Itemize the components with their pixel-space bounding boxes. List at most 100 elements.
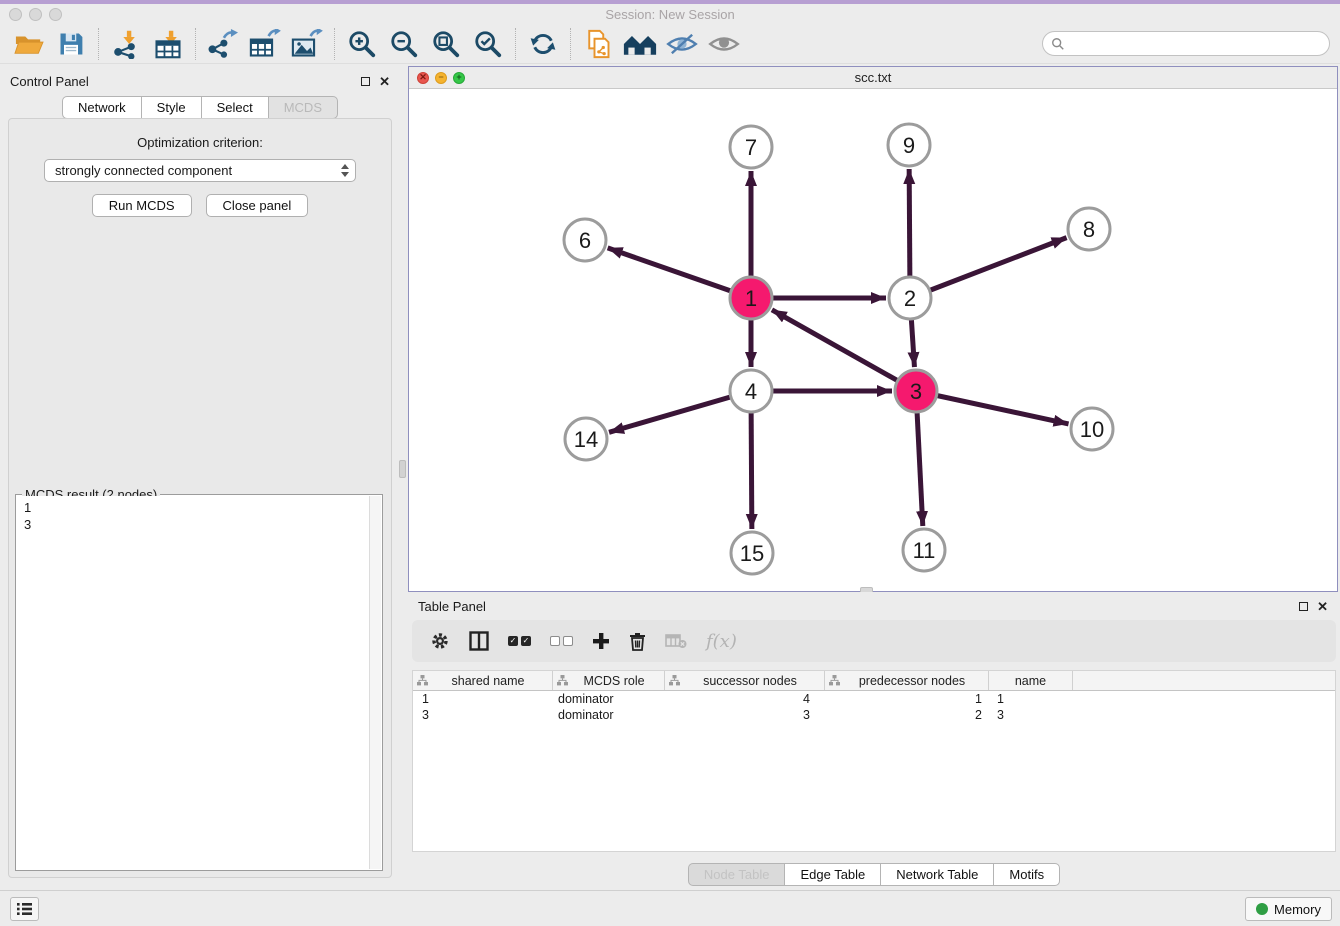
tab-motifs[interactable]: Motifs (993, 863, 1060, 886)
graph-node-14[interactable]: 14 (565, 418, 607, 460)
mcds-result-list[interactable]: 1 3 (17, 496, 381, 869)
toolbar-separator (195, 28, 196, 60)
search-icon (1051, 37, 1065, 51)
run-mcds-button[interactable]: Run MCDS (92, 194, 192, 217)
close-panel-button[interactable]: Close panel (206, 194, 309, 217)
export-network-icon[interactable] (205, 27, 241, 61)
graph-node-3[interactable]: 3 (895, 370, 937, 412)
result-scrollbar[interactable] (369, 496, 381, 869)
delete-column-icon[interactable] (629, 632, 646, 651)
control-panel-header: Control Panel ✕ (10, 70, 390, 92)
svg-text:8: 8 (1083, 217, 1095, 242)
window-title: Session: New Session (0, 7, 1340, 22)
network-window-titlebar[interactable]: scc.txt ✕ − + (409, 67, 1337, 89)
export-image-icon[interactable] (289, 27, 325, 61)
save-session-icon[interactable] (53, 27, 89, 61)
column-header-predecessor-nodes[interactable]: predecessor nodes (825, 671, 989, 690)
graph-node-6[interactable]: 6 (564, 219, 606, 261)
graph-edge-3-1[interactable] (772, 310, 916, 391)
toolbar-separator (334, 28, 335, 60)
float-panel-icon[interactable] (1299, 602, 1308, 611)
clone-network-icon[interactable] (580, 27, 616, 61)
search-field[interactable] (1042, 31, 1330, 56)
tab-network[interactable]: Network (62, 96, 142, 119)
cell-successor-nodes[interactable]: 4 (665, 692, 825, 706)
minimize-view-icon[interactable]: − (435, 72, 447, 84)
graph-node-9[interactable]: 9 (888, 124, 930, 166)
cell-mcds-role[interactable]: dominator (553, 708, 665, 722)
open-file-icon[interactable] (11, 27, 47, 61)
cell-predecessor-nodes[interactable]: 2 (825, 708, 989, 722)
result-item[interactable]: 3 (24, 516, 381, 533)
close-panel-icon[interactable]: ✕ (379, 75, 390, 88)
tab-mcds[interactable]: MCDS (268, 96, 338, 119)
refresh-view-icon[interactable] (525, 27, 561, 61)
graph-node-2[interactable]: 2 (889, 277, 931, 319)
show-all-icon[interactable] (706, 27, 742, 61)
export-table-icon[interactable] (247, 27, 283, 61)
cell-name[interactable]: 3 (989, 708, 1073, 722)
panel-splitter-handle[interactable] (399, 460, 406, 478)
optimization-criterion-label: Optimization criterion: (9, 135, 391, 150)
hide-selected-icon[interactable] (664, 27, 700, 61)
maximize-view-icon[interactable]: + (453, 72, 465, 84)
selected-option: strongly connected component (55, 163, 232, 178)
graph-node-8[interactable]: 8 (1068, 208, 1110, 250)
add-column-icon[interactable] (592, 632, 610, 650)
cell-successor-nodes[interactable]: 3 (665, 708, 825, 722)
import-network-icon[interactable] (108, 27, 144, 61)
close-panel-icon[interactable]: ✕ (1317, 600, 1328, 613)
table-row[interactable]: 3 dominator 3 2 3 (413, 707, 1335, 723)
tab-node-table[interactable]: Node Table (688, 863, 786, 886)
cell-shared-name[interactable]: 1 (413, 692, 553, 706)
unselect-all-columns-icon[interactable] (550, 636, 573, 646)
column-header-mcds-role[interactable]: MCDS role (553, 671, 665, 690)
memory-button[interactable]: Memory (1245, 897, 1332, 921)
result-item[interactable]: 1 (24, 499, 381, 516)
column-header-name[interactable]: name (989, 671, 1073, 690)
zoom-fit-icon[interactable] (428, 27, 464, 61)
column-header-shared-name[interactable]: shared name (413, 671, 553, 690)
tab-select[interactable]: Select (201, 96, 269, 119)
table-settings-icon[interactable] (430, 631, 450, 651)
optimization-criterion-select[interactable]: strongly connected component (44, 159, 356, 182)
task-history-button[interactable] (10, 897, 39, 921)
graph-node-7[interactable]: 7 (730, 126, 772, 168)
zoom-out-icon[interactable] (386, 27, 422, 61)
cell-name[interactable]: 1 (989, 692, 1073, 706)
import-table-icon[interactable] (150, 27, 186, 61)
graph-node-15[interactable]: 15 (731, 532, 773, 574)
network-graph[interactable]: 7 9 6 8 1 2 4 3 14 10 15 11 (409, 89, 1337, 591)
table-row[interactable]: 1 dominator 4 1 1 (413, 691, 1335, 707)
node-table[interactable]: shared name MCDS role successor nodes pr… (412, 670, 1336, 852)
column-header-successor-nodes[interactable]: successor nodes (665, 671, 825, 690)
network-view-window[interactable]: scc.txt ✕ − + 7 9 6 8 1 2 4 3 14 10 15 11 (408, 66, 1338, 592)
zoom-in-icon[interactable] (344, 27, 380, 61)
graph-edge-1-6[interactable] (608, 248, 751, 298)
tab-edge-table[interactable]: Edge Table (784, 863, 881, 886)
tab-style[interactable]: Style (141, 96, 202, 119)
graph-node-10[interactable]: 10 (1071, 408, 1113, 450)
graph-node-11[interactable]: 11 (903, 529, 945, 571)
select-all-columns-icon[interactable]: ✓✓ (508, 636, 531, 646)
select-stepper-icon (341, 164, 349, 177)
first-neighbors-icon[interactable] (622, 27, 658, 61)
split-view-icon[interactable] (469, 631, 489, 651)
cell-shared-name[interactable]: 3 (413, 708, 553, 722)
network-canvas[interactable]: 7 9 6 8 1 2 4 3 14 10 15 11 (409, 89, 1337, 591)
delete-table-icon (665, 633, 687, 649)
main-titlebar[interactable]: Session: New Session (0, 4, 1340, 24)
search-input[interactable] (1069, 37, 1329, 51)
graph-edge-2-8[interactable] (910, 238, 1067, 298)
cell-mcds-role[interactable]: dominator (553, 692, 665, 706)
tab-network-table[interactable]: Network Table (880, 863, 994, 886)
graph-node-1[interactable]: 1 (730, 277, 772, 319)
float-panel-icon[interactable] (361, 77, 370, 86)
zoom-selected-icon[interactable] (470, 27, 506, 61)
cell-predecessor-nodes[interactable]: 1 (825, 692, 989, 706)
svg-text:6: 6 (579, 228, 591, 253)
mcds-result-box: MCDS result (2 nodes) 1 3 (15, 494, 383, 871)
graph-edge-3-10[interactable] (916, 391, 1069, 424)
graph-node-4[interactable]: 4 (730, 370, 772, 412)
close-view-icon[interactable]: ✕ (417, 72, 429, 84)
